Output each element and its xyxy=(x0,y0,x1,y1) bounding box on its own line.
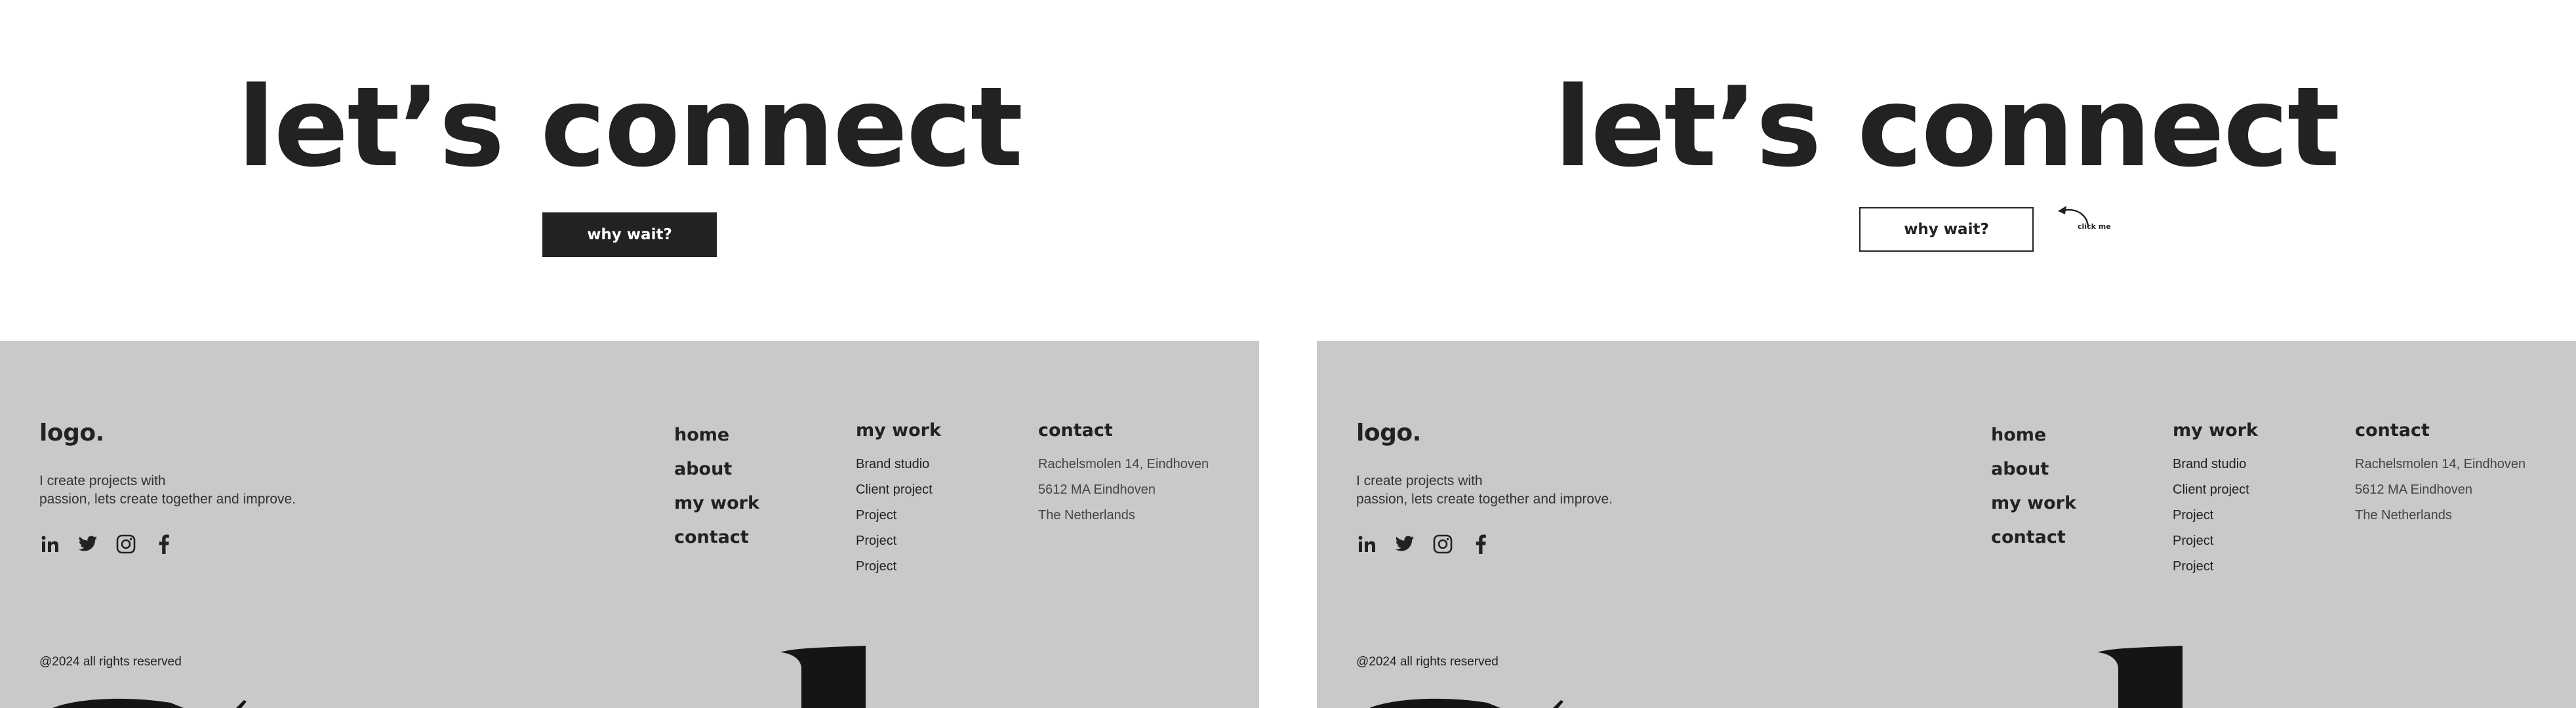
footer-nav-my-work[interactable]: my work xyxy=(674,486,759,521)
work-link[interactable]: Project xyxy=(856,503,941,528)
footer-nav-contact[interactable]: contact xyxy=(1991,521,2076,555)
tagline-line: I create projects with xyxy=(39,473,166,488)
why-wait-button[interactable]: why wait? xyxy=(1859,207,2034,252)
footer-contact-column: contact Rachelsmolen 14, Eindhoven 5612 … xyxy=(2355,418,2526,528)
work-link[interactable]: Project xyxy=(856,554,941,580)
social-links xyxy=(1356,533,1491,555)
work-link[interactable]: Project xyxy=(2173,528,2258,554)
instagram-icon[interactable] xyxy=(1432,534,1453,555)
decorative-shape xyxy=(1369,698,1563,708)
decorative-shape xyxy=(52,698,247,708)
footer-tagline: I create projects with passion, lets cre… xyxy=(39,472,296,509)
work-link[interactable]: Brand studio xyxy=(856,452,941,477)
footer-contact-column: contact Rachelsmolen 14, Eindhoven 5612 … xyxy=(1038,418,1209,528)
tagline-line: I create projects with xyxy=(1356,473,1483,488)
twitter-icon[interactable] xyxy=(77,534,98,555)
instagram-icon[interactable] xyxy=(115,534,136,555)
footer-nav-contact[interactable]: contact xyxy=(674,521,759,555)
page-default-state: let’s connect why wait? logo. I create p… xyxy=(0,0,1259,708)
contact-heading: contact xyxy=(2355,420,2430,441)
tagline-line: passion, lets create together and improv… xyxy=(39,492,296,507)
facebook-icon[interactable] xyxy=(1470,534,1491,555)
tagline-line: passion, lets create together and improv… xyxy=(1356,492,1613,507)
linkedin-icon[interactable] xyxy=(39,534,60,555)
site-footer: logo. I create projects with passion, le… xyxy=(1317,341,2576,708)
work-link[interactable]: Brand studio xyxy=(2173,452,2258,477)
contact-address-line: Rachelsmolen 14, Eindhoven xyxy=(1038,457,1209,471)
copyright-text: @2024 all rights reserved xyxy=(1356,655,1499,669)
work-heading: my work xyxy=(2173,420,2258,441)
contact-address-line: The Netherlands xyxy=(1038,508,1135,522)
social-links xyxy=(39,533,174,555)
footer-logo[interactable]: logo. xyxy=(1356,420,1421,446)
facebook-icon[interactable] xyxy=(153,534,174,555)
work-link[interactable]: Project xyxy=(856,528,941,554)
click-me-hint: click me xyxy=(2046,200,2125,239)
contact-heading: contact xyxy=(1038,420,1113,441)
work-link[interactable]: Client project xyxy=(2173,477,2258,503)
site-footer: logo. I create projects with passion, le… xyxy=(0,341,1259,708)
footer-tagline: I create projects with passion, lets cre… xyxy=(1356,472,1613,509)
footer-nav-home[interactable]: home xyxy=(674,418,759,452)
decorative-shape xyxy=(780,646,866,708)
contact-address-line: Rachelsmolen 14, Eindhoven xyxy=(2355,457,2526,471)
hero-title: let’s connect xyxy=(1554,63,2340,191)
footer-logo[interactable]: logo. xyxy=(39,420,104,446)
hero-title: let’s connect xyxy=(237,63,1023,191)
footer-nav-home[interactable]: home xyxy=(1991,418,2076,452)
footer-nav: home about my work contact xyxy=(674,418,759,555)
footer-nav-about[interactable]: about xyxy=(1991,452,2076,486)
contact-address-line: 5612 MA Eindhoven xyxy=(1038,482,1156,497)
work-link[interactable]: Project xyxy=(2173,503,2258,528)
footer-nav-about[interactable]: about xyxy=(674,452,759,486)
twitter-icon[interactable] xyxy=(1394,534,1415,555)
linkedin-icon[interactable] xyxy=(1356,534,1377,555)
contact-address-line: The Netherlands xyxy=(2355,508,2452,522)
work-heading: my work xyxy=(856,420,941,441)
curved-arrow-icon xyxy=(2058,206,2089,227)
copyright-text: @2024 all rights reserved xyxy=(39,655,182,669)
decorative-shape xyxy=(2097,646,2183,708)
footer-nav-my-work[interactable]: my work xyxy=(1991,486,2076,521)
contact-address-line: 5612 MA Eindhoven xyxy=(2355,482,2473,497)
click-me-label: click me xyxy=(2078,222,2111,231)
page-hover-state: let’s connect why wait? click me logo. I… xyxy=(1317,0,2576,708)
work-link[interactable]: Project xyxy=(2173,554,2258,580)
footer-nav: home about my work contact xyxy=(1991,418,2076,555)
work-link[interactable]: Client project xyxy=(856,477,941,503)
why-wait-button[interactable]: why wait? xyxy=(542,212,717,257)
footer-work-column: my work Brand studio Client project Proj… xyxy=(2173,418,2258,580)
footer-work-column: my work Brand studio Client project Proj… xyxy=(856,418,941,580)
